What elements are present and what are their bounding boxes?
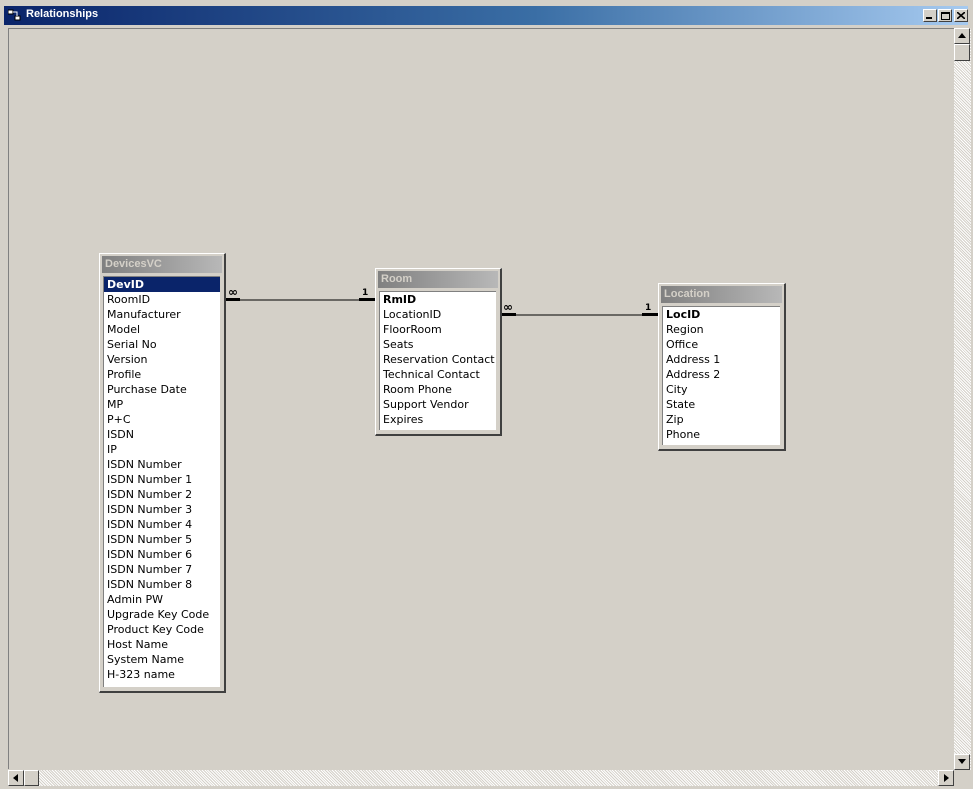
field-item[interactable]: ISDN Number 1: [104, 472, 220, 487]
field-item[interactable]: ISDN Number 7: [104, 562, 220, 577]
field-item[interactable]: ISDN Number: [104, 457, 220, 472]
scroll-down-button[interactable]: [954, 754, 970, 770]
minimize-icon: [926, 17, 932, 19]
many-marker: ∞: [228, 285, 238, 299]
field-item[interactable]: IP: [104, 442, 220, 457]
field-item[interactable]: Admin PW: [104, 592, 220, 607]
relationships-icon[interactable]: [7, 9, 21, 22]
table-title[interactable]: DevicesVC: [102, 256, 222, 273]
field-item[interactable]: Seats: [380, 337, 496, 352]
field-item[interactable]: Expires: [380, 412, 496, 427]
field-item[interactable]: ISDN Number 6: [104, 547, 220, 562]
field-item[interactable]: Room Phone: [380, 382, 496, 397]
size-grip[interactable]: [954, 770, 971, 786]
horizontal-scroll-thumb[interactable]: [24, 770, 39, 786]
field-item[interactable]: Zip: [663, 412, 780, 427]
arrow-left-icon: [13, 774, 18, 782]
field-item[interactable]: LocID: [663, 307, 780, 322]
arrow-right-icon: [944, 774, 949, 782]
field-item[interactable]: H-323 name: [104, 667, 220, 682]
vertical-scroll-thumb[interactable]: [954, 44, 970, 61]
maximize-icon: [941, 12, 950, 20]
table-devicesvc[interactable]: DevicesVC DevID RoomID Manufacturer Model Se…: [99, 253, 226, 693]
field-list[interactable]: DevID RoomID Manufacturer Model Serial No Ver…: [103, 276, 220, 687]
relationship-end-room: [359, 298, 375, 301]
field-item[interactable]: ISDN Number 5: [104, 532, 220, 547]
field-item[interactable]: MP: [104, 397, 220, 412]
one-marker: 1: [362, 288, 369, 298]
field-item[interactable]: P+C: [104, 412, 220, 427]
field-item[interactable]: DevID: [104, 277, 220, 292]
vertical-scrollbar[interactable]: [954, 28, 971, 770]
title-bar[interactable]: Relationships: [4, 6, 968, 25]
minimize-button[interactable]: [923, 9, 937, 22]
scroll-left-button[interactable]: [8, 770, 24, 786]
field-item[interactable]: Upgrade Key Code: [104, 607, 220, 622]
close-icon: [957, 12, 965, 19]
arrow-up-icon: [958, 33, 966, 38]
field-item[interactable]: LocationID: [380, 307, 496, 322]
many-marker: ∞: [503, 300, 513, 314]
field-item[interactable]: ISDN Number 2: [104, 487, 220, 502]
window-title: Relationships: [26, 8, 99, 20]
field-item[interactable]: Office: [663, 337, 780, 352]
table-title[interactable]: Room: [378, 271, 498, 288]
field-item[interactable]: RoomID: [104, 292, 220, 307]
horizontal-scrollbar[interactable]: [8, 770, 954, 786]
close-button[interactable]: [954, 9, 968, 22]
table-title[interactable]: Location: [661, 286, 782, 303]
field-item[interactable]: Address 1: [663, 352, 780, 367]
field-list[interactable]: LocID Region Office Address 1 Address 2 City S…: [662, 306, 780, 445]
field-item[interactable]: Profile: [104, 367, 220, 382]
relationship-end-location: [642, 313, 658, 316]
field-item[interactable]: Region: [663, 322, 780, 337]
field-item[interactable]: System Name: [104, 652, 220, 667]
field-item[interactable]: ISDN Number 4: [104, 517, 220, 532]
field-item[interactable]: City: [663, 382, 780, 397]
field-item[interactable]: Phone: [663, 427, 780, 442]
field-item[interactable]: RmID: [380, 292, 496, 307]
field-item[interactable]: Host Name: [104, 637, 220, 652]
field-item[interactable]: Product Key Code: [104, 622, 220, 637]
field-item[interactable]: ISDN Number 3: [104, 502, 220, 517]
maximize-button[interactable]: [938, 9, 952, 22]
table-room[interactable]: Room RmID LocationID FloorRoom Seats Reserva…: [375, 268, 502, 436]
scroll-up-button[interactable]: [954, 28, 970, 44]
field-item[interactable]: Model: [104, 322, 220, 337]
field-item[interactable]: Purchase Date: [104, 382, 220, 397]
relationships-window: Relationships ∞ 1 ∞ 1 DevicesVC DevID Roo…: [0, 0, 973, 789]
field-item[interactable]: Manufacturer: [104, 307, 220, 322]
one-marker: 1: [645, 303, 652, 313]
field-item[interactable]: Support Vendor: [380, 397, 496, 412]
field-item[interactable]: Address 2: [663, 367, 780, 382]
relationships-canvas[interactable]: ∞ 1 ∞ 1 DevicesVC DevID RoomID Manufacture…: [8, 28, 954, 769]
field-item[interactable]: ISDN Number 8: [104, 577, 220, 592]
field-item[interactable]: Reservation Contact: [380, 352, 496, 367]
arrow-down-icon: [958, 759, 966, 764]
field-item[interactable]: Serial No: [104, 337, 220, 352]
scroll-right-button[interactable]: [938, 770, 954, 786]
field-item[interactable]: Version: [104, 352, 220, 367]
field-item[interactable]: ISDN: [104, 427, 220, 442]
field-item[interactable]: FloorRoom: [380, 322, 496, 337]
table-location[interactable]: Location LocID Region Office Address 1 Addre…: [658, 283, 786, 451]
field-item[interactable]: State: [663, 397, 780, 412]
field-item[interactable]: Technical Contact: [380, 367, 496, 382]
field-list[interactable]: RmID LocationID FloorRoom Seats Reservation …: [379, 291, 496, 430]
